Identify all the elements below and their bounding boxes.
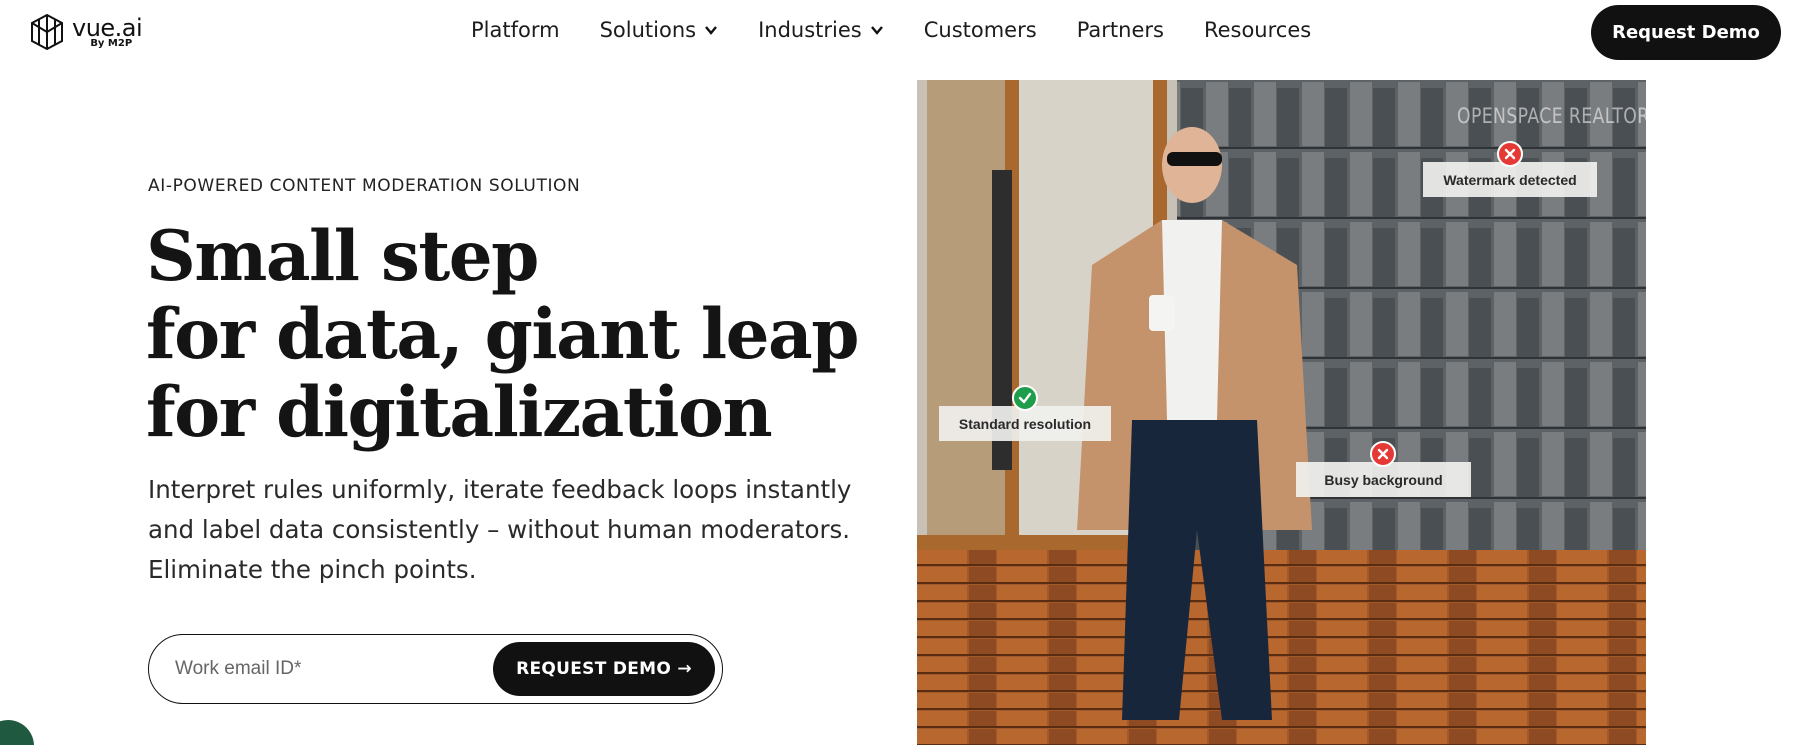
chevron-down-icon <box>705 26 717 35</box>
nav-industries[interactable]: Industries <box>758 18 884 42</box>
demo-request-form: REQUEST DEMO → <box>148 634 723 704</box>
fail-x-icon <box>1497 141 1523 167</box>
nav-platform[interactable]: Platform <box>471 18 560 42</box>
hero-description: Interpret rules uniformly, iterate feedb… <box>148 470 878 590</box>
headline-line-3: for digitalization <box>146 372 773 453</box>
description-line-1: Interpret rules uniformly, iterate feedb… <box>148 475 852 504</box>
nav-solutions[interactable]: Solutions <box>600 18 719 42</box>
nav-partners[interactable]: Partners <box>1077 18 1164 42</box>
nav-customers[interactable]: Customers <box>924 18 1037 42</box>
hero-image: OPENSPACE REALTORS Watermark detected St… <box>917 80 1646 745</box>
main-nav: Platform Solutions Industries Customers … <box>471 18 1351 42</box>
annotation-watermark-detected: Watermark detected <box>1423 162 1597 197</box>
logo-name: vue.ai <box>72 13 143 42</box>
description-line-2: and label data consistently – without hu… <box>148 515 851 544</box>
site-header: vue.ai By M2P Platform Solutions Industr… <box>0 0 1812 64</box>
hero-eyebrow: AI-POWERED CONTENT MODERATION SOLUTION <box>148 176 581 196</box>
chat-widget-button[interactable] <box>0 720 34 745</box>
pass-check-icon <box>1012 385 1038 411</box>
annotation-busy-background: Busy background <box>1296 462 1471 497</box>
vue-ai-logo[interactable]: vue.ai By M2P <box>28 10 143 54</box>
logo-cube-icon <box>31 13 63 51</box>
nav-resources[interactable]: Resources <box>1204 18 1311 42</box>
image-watermark-text: OPENSPACE REALTORS <box>1457 104 1646 128</box>
hero-headline: Small step for data, giant leap for digi… <box>146 216 859 453</box>
fail-x-icon <box>1370 441 1396 467</box>
headline-line-1: Small step <box>146 216 539 297</box>
work-email-input[interactable] <box>175 651 475 687</box>
description-line-3: Eliminate the pinch points. <box>148 555 477 584</box>
annotation-standard-resolution: Standard resolution <box>939 406 1111 441</box>
headline-line-2: for data, giant leap <box>146 294 859 375</box>
request-demo-submit-button[interactable]: REQUEST DEMO → <box>493 642 715 696</box>
chevron-down-icon <box>870 26 883 35</box>
request-demo-button[interactable]: Request Demo <box>1591 5 1781 60</box>
